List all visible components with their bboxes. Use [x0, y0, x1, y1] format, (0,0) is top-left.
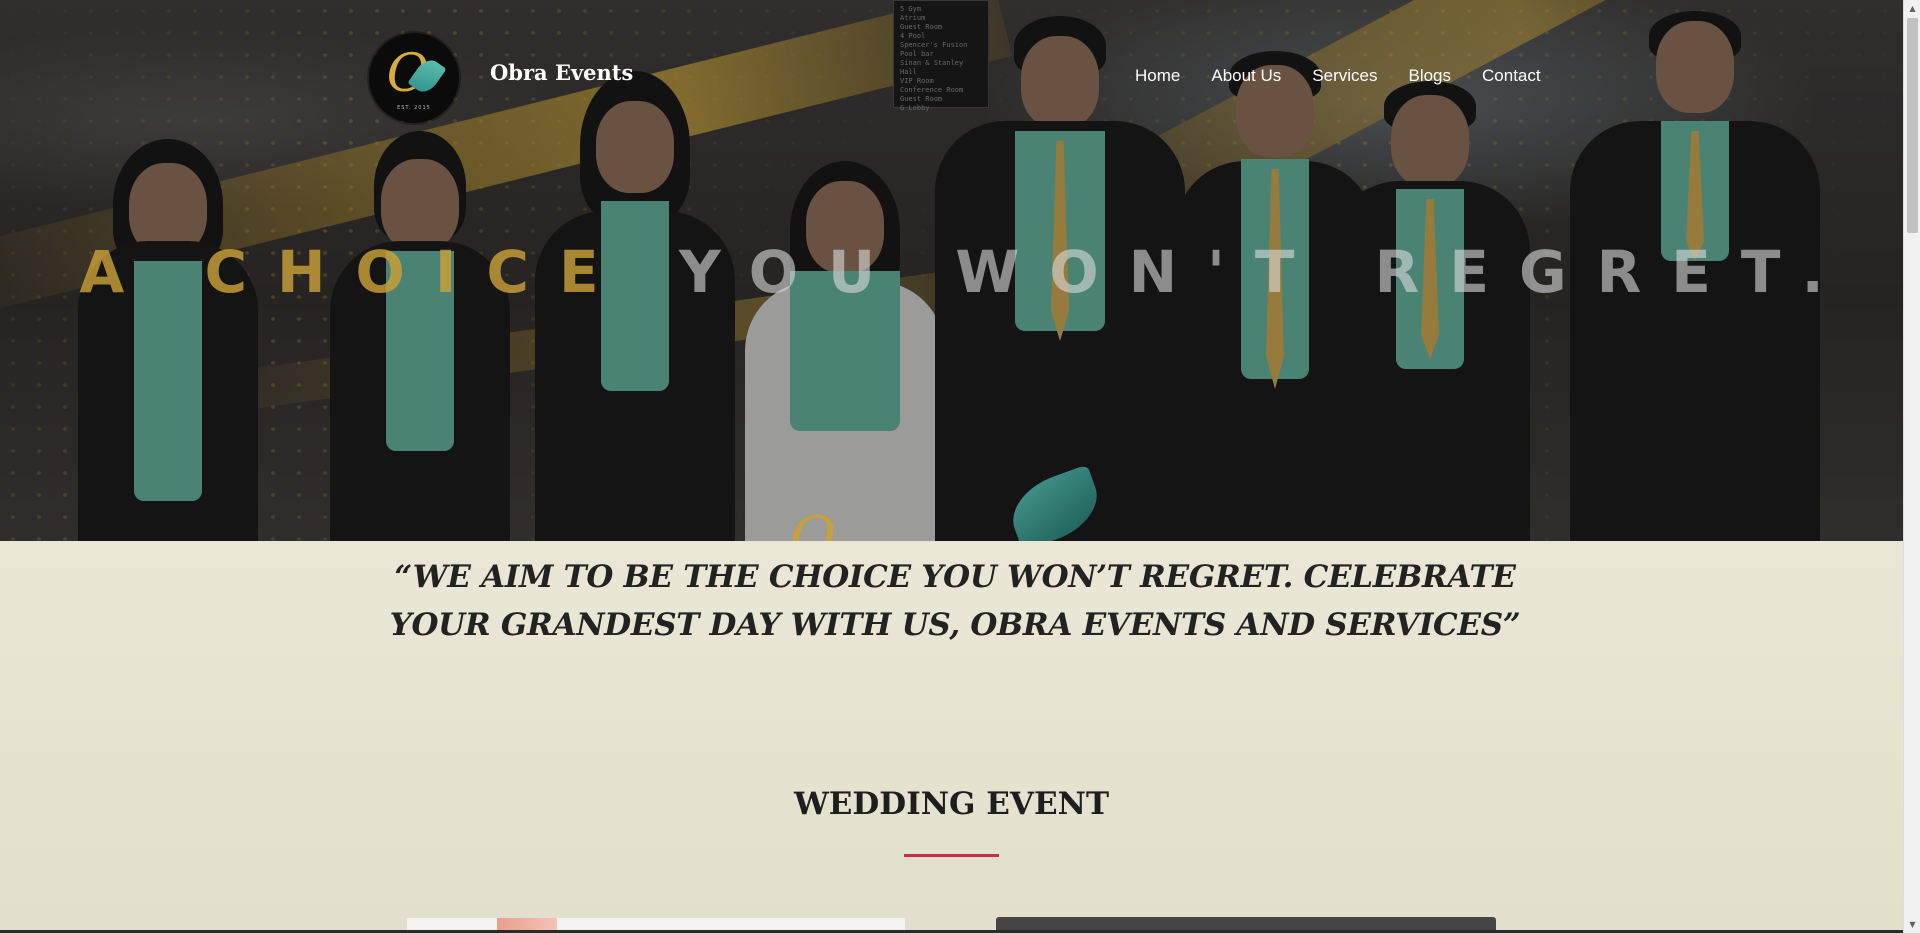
- scroll-up-icon[interactable]: ▲: [1904, 0, 1920, 17]
- nav-home[interactable]: Home: [1135, 66, 1180, 86]
- section-title: WEDDING EVENT: [793, 786, 1110, 822]
- tagline-highlight: A CHOICE: [79, 238, 629, 306]
- hero-banner: 5 Gym Atrium Guest Room 4 Pool Spencer's…: [0, 0, 1903, 541]
- page-scrollbar[interactable]: ▲ ▼: [1903, 0, 1920, 933]
- scroll-down-icon[interactable]: ▼: [1904, 916, 1920, 933]
- logo-watermark: O: [790, 505, 836, 541]
- mission-quote: “WE AIM TO BE THE CHOICE YOU WON’T REGRE…: [389, 559, 1521, 643]
- nav-about-us[interactable]: About Us: [1211, 66, 1281, 86]
- site-header: O EST. 2015 Obra Events Home About Us Se…: [0, 0, 1903, 123]
- nav-contact[interactable]: Contact: [1482, 66, 1541, 86]
- main-content: “WE AIM TO BE THE CHOICE YOU WON’T REGRE…: [0, 541, 1903, 933]
- brand-name[interactable]: Obra Events: [490, 60, 633, 85]
- nav-services[interactable]: Services: [1312, 66, 1377, 86]
- nav-blogs[interactable]: Blogs: [1408, 66, 1451, 86]
- title-underline: [904, 854, 999, 857]
- scrollbar-thumb[interactable]: [1907, 18, 1918, 233]
- tagline-rest: YOU WON'T REGRET.: [628, 238, 1854, 306]
- logo-est-text: EST. 2015: [397, 105, 431, 111]
- site-logo[interactable]: O EST. 2015: [369, 33, 459, 123]
- main-nav: Home About Us Services Blogs Contact: [1135, 66, 1572, 86]
- hero-tagline: A CHOICE YOU WON'T REGRET.: [0, 238, 1903, 306]
